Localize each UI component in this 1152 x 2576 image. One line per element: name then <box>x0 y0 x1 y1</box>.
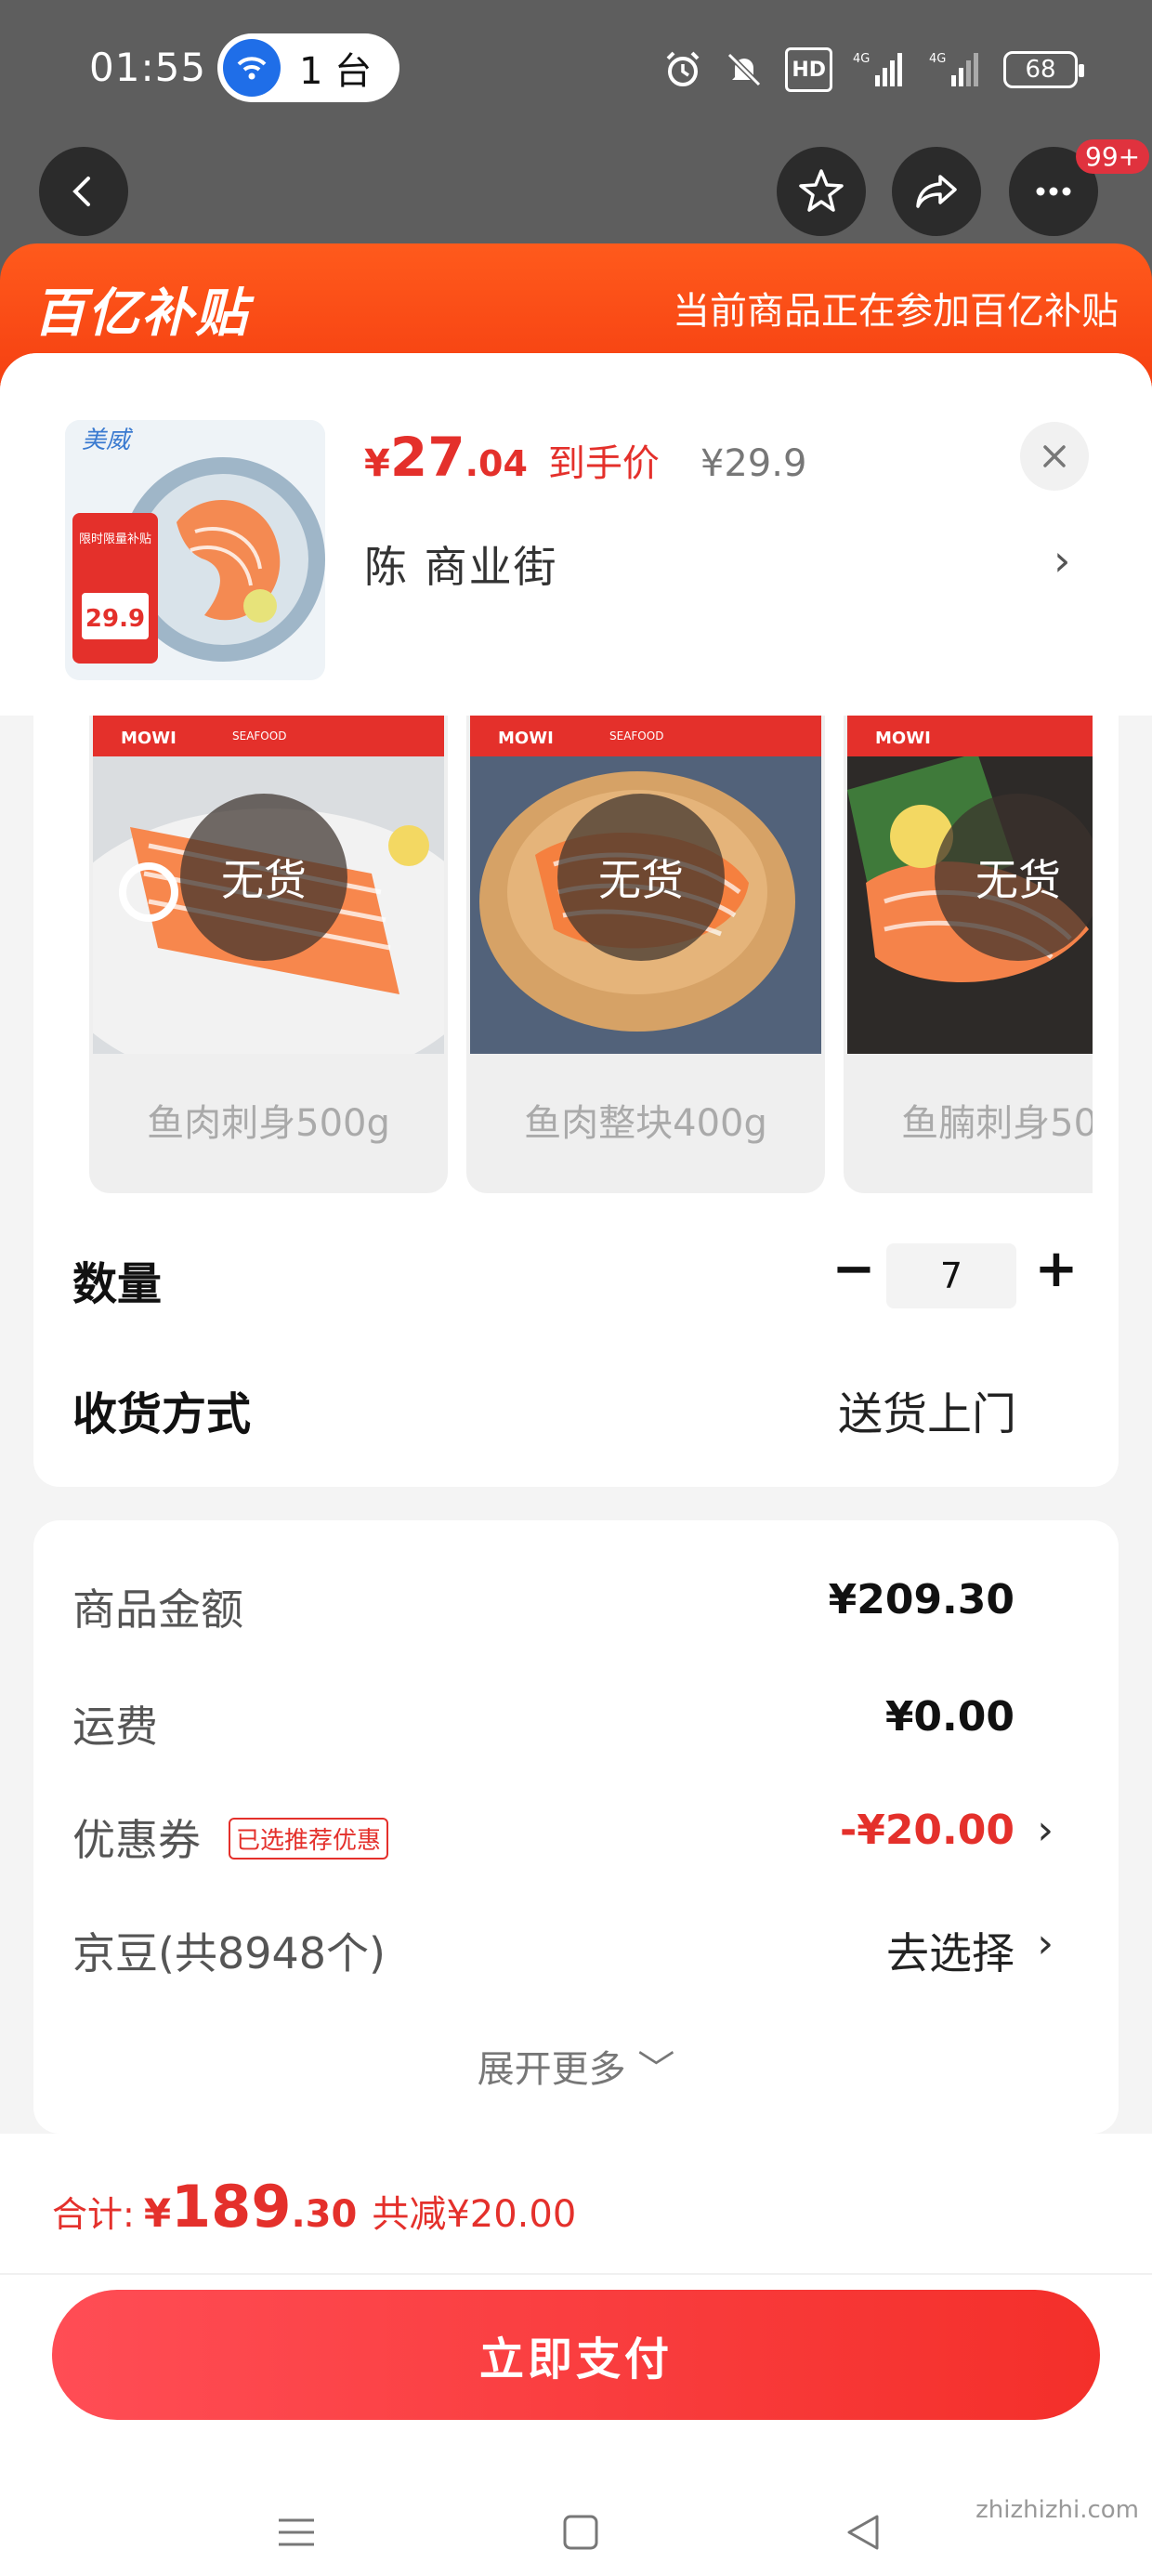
coupon-value: -¥20.00 <box>839 1807 1015 1854</box>
variant-name: 鱼肉整块400g <box>524 1102 767 1145</box>
more-badge: 99+ <box>1076 139 1150 174</box>
signal-4g-icon: 4G <box>853 47 905 92</box>
svg-text:4G: 4G <box>853 52 870 66</box>
close-icon <box>1043 445 1066 467</box>
goods-amount-value: ¥209.30 <box>828 1576 1015 1623</box>
svg-text:MOWI: MOWI <box>498 729 554 748</box>
product-thumbnail[interactable]: 29.9 限时限量补贴 美威 <box>65 420 325 680</box>
pay-now-button[interactable]: 立即支付 <box>52 2290 1100 2420</box>
variant-item[interactable]: MOWI 无货 鱼腩刺身500g <box>844 716 1093 1193</box>
goods-amount-label: 商品金额 <box>72 1584 243 1635</box>
wifi-cast-icon <box>223 39 281 97</box>
quantity-increase-button[interactable]: + <box>1024 1236 1089 1301</box>
menu-icon[interactable] <box>264 2500 329 2565</box>
clock: 01:55 <box>89 45 207 90</box>
freight-value: ¥0.00 <box>884 1693 1015 1741</box>
system-icons: HD 4G 4G 68 <box>662 37 1084 102</box>
variant-item[interactable]: MOWI SEAFOOD 无货 鱼肉刺身500g <box>89 716 448 1193</box>
back-triangle-icon[interactable] <box>831 2500 896 2565</box>
variant-name: 鱼肉刺身500g <box>147 1102 390 1145</box>
total-saved: 共减¥20.00 <box>372 2193 577 2236</box>
cast-count: 1 台 <box>299 50 373 93</box>
original-price: ¥29.9 <box>700 442 807 485</box>
coupon-tag: 已选推荐优惠 <box>229 1818 389 1860</box>
expand-more-button[interactable]: 展开更多 ﹀ <box>33 2039 1119 2093</box>
variant-name: 鱼腩刺身500g <box>901 1102 1093 1145</box>
total-yen: ¥ <box>143 2190 172 2236</box>
options-card: MOWI SEAFOOD 无货 鱼肉刺身500g MOWI SEAFOOD 无货… <box>33 716 1119 1487</box>
chevron-left-icon <box>72 177 90 206</box>
variant-list: MOWI SEAFOOD 无货 鱼肉刺身500g MOWI SEAFOOD 无货… <box>89 716 1093 1193</box>
shipping-method-label: 收货方式 <box>72 1388 252 1440</box>
jd-beans-label: 京豆(共8948个) <box>72 1928 386 1978</box>
quantity-decrease-button[interactable]: − <box>821 1236 886 1301</box>
total-integer: 189 <box>171 2173 292 2241</box>
salmon-steak-image: 29.9 限时限量补贴 美威 <box>65 420 325 680</box>
out-of-stock-badge: 无货 <box>557 794 725 961</box>
thumb-tag: 限时限量补贴 <box>79 532 151 546</box>
total-decimal: .30 <box>291 2193 358 2236</box>
thumb-brand: 美威 <box>82 427 134 454</box>
status-bar: 01:55 1 台 HD 4G 4G 68 <box>0 0 1152 139</box>
svg-text:MOWI: MOWI <box>121 729 177 748</box>
coupon-label: 优惠券 <box>72 1815 201 1865</box>
alarm-icon <box>662 47 703 92</box>
delivery-address[interactable]: 陈 商业街 <box>364 533 558 595</box>
divider <box>0 2273 1152 2275</box>
share-icon <box>916 175 957 208</box>
home-square-icon[interactable] <box>548 2500 613 2565</box>
promo-note: 当前商品正在参加百亿补贴 <box>673 290 1119 333</box>
hd-icon: HD <box>785 47 832 92</box>
favorite-button[interactable] <box>777 147 866 236</box>
out-of-stock-badge: 无货 <box>935 794 1093 961</box>
shipping-method-value[interactable]: 送货上门 <box>838 1377 1016 1442</box>
promo-logo: 百亿补贴 <box>33 283 249 344</box>
battery-icon: 68 <box>1003 51 1084 88</box>
price-yen: ¥ <box>364 442 390 485</box>
goods-amount-row: 商品金额 ¥209.30 <box>72 1576 1076 1641</box>
chevron-right-icon: › <box>1037 1920 1054 1967</box>
mute-icon <box>724 47 765 92</box>
cast-pill[interactable]: 1 台 <box>217 33 399 102</box>
price-integer: 27 <box>389 426 465 489</box>
more-dots-icon <box>1036 187 1071 196</box>
star-icon <box>799 169 844 212</box>
price-row: ¥ 27 .04 到手价 ¥29.9 <box>364 426 806 489</box>
svg-text:SEAFOOD: SEAFOOD <box>232 729 286 743</box>
price-detail-card: 商品金额 ¥209.30 运费 ¥0.00 优惠券 已选推荐优惠 -¥20.00… <box>33 1520 1119 2134</box>
chevron-right-icon[interactable]: › <box>1054 535 1070 585</box>
total-row: 合计: ¥ 189 .30 共减¥20.00 <box>52 2173 576 2241</box>
jd-beans-value: 去选择 <box>886 1928 1015 1978</box>
quantity-input[interactable]: 7 <box>886 1243 1016 1308</box>
thumb-price: 29.9 <box>85 605 145 633</box>
chevron-right-icon: › <box>1037 1807 1054 1854</box>
signal-4g-2-icon: 4G <box>925 47 983 92</box>
price-decimal: .04 <box>465 443 528 484</box>
svg-text:SEAFOOD: SEAFOOD <box>609 729 663 743</box>
back-button[interactable] <box>39 147 128 236</box>
variant-item[interactable]: MOWI SEAFOOD 无货 鱼肉整块400g <box>466 716 825 1193</box>
svg-text:4G: 4G <box>929 52 946 66</box>
coupon-row[interactable]: 优惠券 已选推荐优惠 -¥20.00 › <box>72 1807 1076 1872</box>
freight-label: 运费 <box>72 1702 158 1752</box>
svg-text:MOWI: MOWI <box>875 729 931 748</box>
share-button[interactable] <box>892 147 981 236</box>
freight-row: 运费 ¥0.00 <box>72 1693 1076 1758</box>
watermark: zhizhizhi.com <box>975 2496 1139 2524</box>
out-of-stock-badge: 无货 <box>180 794 347 961</box>
price-label: 到手价 <box>547 442 660 485</box>
jd-beans-row[interactable]: 京豆(共8948个) 去选择 › <box>72 1920 1076 1985</box>
close-button[interactable] <box>1020 422 1089 491</box>
quantity-label: 数量 <box>72 1258 163 1310</box>
total-label: 合计: <box>52 2194 135 2235</box>
